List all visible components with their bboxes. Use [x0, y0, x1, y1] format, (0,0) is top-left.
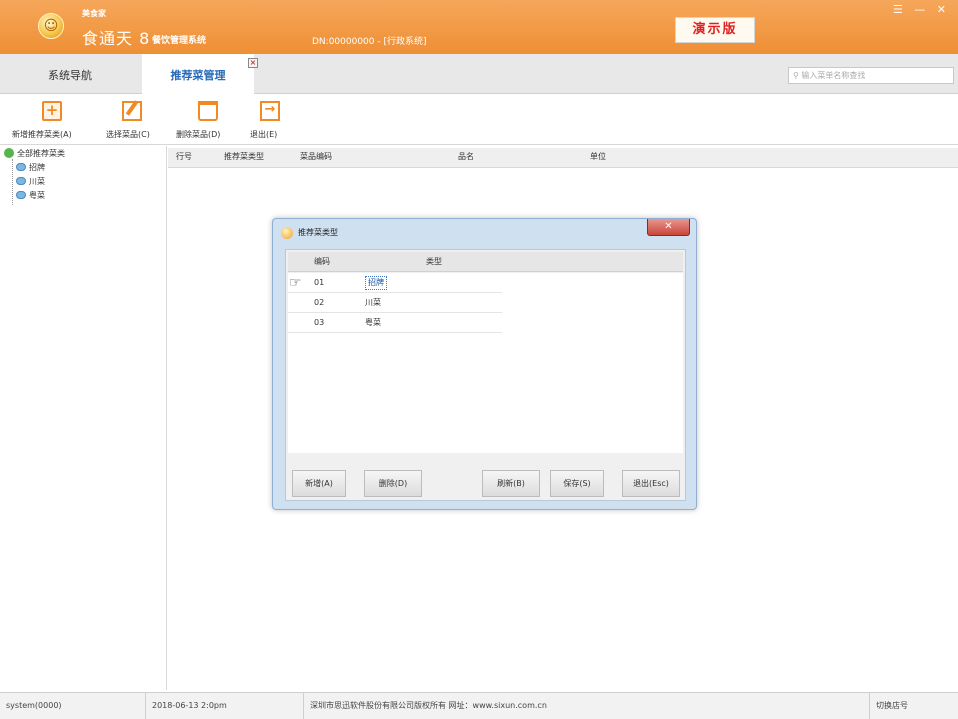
select-dish-button[interactable]: 选择菜品(C)	[104, 95, 168, 145]
row-type: 川菜	[365, 298, 381, 307]
node-icon	[16, 177, 26, 185]
tab-system-nav[interactable]: 系统导航	[0, 54, 140, 94]
col-type[interactable]: 类型	[426, 252, 442, 272]
demo-version-badge: 演示版	[675, 17, 755, 43]
tree-item-label: 粤菜	[29, 191, 45, 200]
search-placeholder: 输入菜单名称查找	[801, 71, 866, 80]
brand-small-text: 美食家	[82, 9, 106, 18]
row-code: 02	[314, 298, 325, 307]
refresh-button[interactable]: 刷新(B)	[482, 470, 540, 497]
type-grid-body: ☞ 01 招牌 02 川菜 03 粤菜	[288, 273, 683, 453]
col-row-no[interactable]: 行号	[176, 148, 192, 166]
dish-grid-header: 行号 推荐菜类型 菜品编码 品名 单位	[168, 148, 958, 168]
table-row[interactable]: ☞ 01 招牌	[288, 273, 502, 293]
delete-dish-button[interactable]: 删除菜品(D)	[174, 95, 238, 145]
panel-divider[interactable]	[166, 146, 167, 690]
dialog-content: 编码 类型 ☞ 01 招牌 02 川菜 03 粤菜 新增(A) 删除(D) 刷新…	[285, 249, 686, 501]
type-grid-header: 编码 类型	[288, 252, 683, 272]
tree-item-chuancai[interactable]: 川菜	[16, 176, 45, 188]
exit-icon: →	[260, 101, 280, 121]
node-icon	[16, 191, 26, 199]
menu-icon[interactable]: ☰	[893, 3, 903, 16]
tree-item-yuecai[interactable]: 粤菜	[16, 190, 45, 202]
exit-button[interactable]: → 退出(E)	[244, 95, 294, 145]
save-button[interactable]: 保存(S)	[550, 470, 604, 497]
menu-search-input[interactable]: ⚲ 输入菜单名称查找	[788, 67, 954, 84]
title-bar: ☺ 美食家 食通天 8 餐饮管理系统 DN:00000000 - [行政系统] …	[0, 0, 958, 54]
select-dish-label: 选择菜品(C)	[106, 130, 150, 139]
plus-icon: +	[42, 101, 62, 121]
app-logo-icon: ☺	[38, 13, 64, 39]
col-category-type[interactable]: 推荐菜类型	[224, 148, 264, 166]
add-category-label: 新增推荐菜类(A)	[12, 130, 72, 139]
tree-connector	[12, 159, 13, 205]
status-copyright: 深圳市思迅软件股份有限公司版权所有 网址：www.sixun.com.cn	[304, 693, 870, 719]
col-dish-code[interactable]: 菜品编码	[300, 148, 332, 166]
tree-root-label: 全部推荐菜类	[17, 149, 65, 158]
dialog-exit-button[interactable]: 退出(Esc)	[622, 470, 680, 497]
dialog-title-bar[interactable]: 推荐菜类型	[273, 219, 696, 245]
brand-sub-text: 餐饮管理系统	[152, 36, 207, 46]
exit-label: 退出(E)	[250, 130, 278, 139]
col-code[interactable]: 编码	[314, 252, 330, 272]
dialog-app-icon	[281, 227, 293, 239]
tree-root-item[interactable]: 全部推荐菜类	[4, 148, 65, 160]
app-window: ☺ 美食家 食通天 8 餐饮管理系统 DN:00000000 - [行政系统] …	[0, 0, 958, 719]
delete-type-button[interactable]: 删除(D)	[364, 470, 422, 497]
status-datetime: 2018-06-13 2:0pm	[146, 693, 304, 719]
edit-icon	[122, 101, 142, 121]
table-row[interactable]: 03 粤菜	[288, 313, 502, 333]
col-dish-name[interactable]: 品名	[458, 148, 474, 166]
tab-close-icon[interactable]: ×	[248, 58, 258, 68]
folder-icon	[4, 148, 14, 158]
category-type-dialog: 推荐菜类型 ✕ 编码 类型 ☞ 01 招牌 02 川菜 03 粤菜 新增(A) …	[272, 218, 697, 510]
tab-recommended-dish[interactable]: 推荐菜管理	[142, 54, 254, 95]
tree-item-label: 招牌	[29, 163, 45, 172]
switch-shop-button[interactable]: 切换店号	[870, 693, 958, 719]
minimize-button[interactable]: —	[914, 3, 925, 16]
trash-icon	[198, 101, 218, 121]
new-type-button[interactable]: 新增(A)	[292, 470, 346, 497]
brand-main-text: 食通天 8	[82, 29, 151, 48]
hand-pointer-icon: ☞	[289, 275, 302, 291]
dialog-button-bar: 新增(A) 删除(D) 刷新(B) 保存(S) 退出(Esc)	[288, 458, 683, 498]
add-category-button[interactable]: + 新增推荐菜类(A)	[8, 95, 98, 145]
tree-item-zhaopai[interactable]: 招牌	[16, 162, 45, 174]
table-row[interactable]: 02 川菜	[288, 293, 502, 313]
dialog-title: 推荐菜类型	[298, 228, 338, 237]
window-controls: ☰ — ✕	[885, 3, 946, 16]
row-type: 粤菜	[365, 318, 381, 327]
row-code: 03	[314, 318, 325, 327]
category-tree: 全部推荐菜类 招牌 川菜 粤菜	[4, 148, 164, 688]
row-code: 01	[314, 278, 325, 287]
node-icon	[16, 163, 26, 171]
col-unit[interactable]: 单位	[590, 148, 606, 166]
tree-item-label: 川菜	[29, 177, 45, 186]
close-window-button[interactable]: ✕	[937, 3, 946, 16]
delete-dish-label: 删除菜品(D)	[176, 130, 221, 139]
dn-id-text: DN:00000000 - [行政系统]	[312, 37, 427, 47]
status-bar: system(0000) 2018-06-13 2:0pm 深圳市思迅软件股份有…	[0, 692, 958, 719]
toolbar: + 新增推荐菜类(A) 选择菜品(C) 删除菜品(D) → 退出(E)	[0, 95, 958, 145]
row-type-editor[interactable]: 招牌	[365, 276, 387, 290]
status-user: system(0000)	[0, 693, 146, 719]
dialog-close-button[interactable]: ✕	[647, 219, 690, 236]
